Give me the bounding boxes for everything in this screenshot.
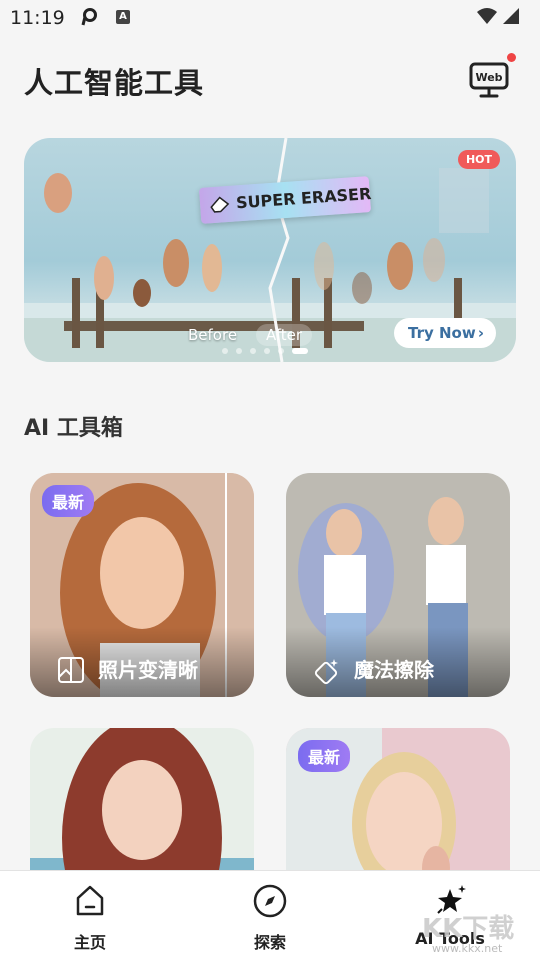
eraser-icon [210,196,230,213]
carousel-dot[interactable] [278,348,284,354]
new-badge: 最新 [42,485,95,517]
watermark: KK下载 www.kkx.net [422,908,534,958]
hot-badge: HOT [457,150,500,169]
tab-home-label: 主页 [73,933,106,952]
page-title: 人工智能工具 [24,66,205,100]
after-label: After [256,324,313,346]
magic-wand-icon [314,659,338,685]
tab-home[interactable]: 主页 [0,871,180,961]
tool-card-magic-erase[interactable]: 魔法擦除 [286,473,510,697]
enhance-photo-label: 照片变清晰 [98,658,198,682]
notification-a-icon: A [116,10,130,24]
promo-banner[interactable]: HOT SUPER ERASER Before After Try Now › [24,138,516,362]
enhance-photo-icon [58,657,84,683]
status-bar: 11:19 A [0,0,540,36]
try-now-button[interactable]: Try Now › [394,318,496,348]
web-button-label: Web [475,71,502,84]
carousel-dot[interactable] [250,348,256,354]
web-monitor-icon: Web [469,62,509,98]
chevron-right-icon: › [477,324,484,342]
cell-signal-icon [503,8,519,24]
tab-explore-label: 探索 [253,933,286,952]
wifi-icon [477,8,497,24]
section-title: AI 工具箱 [24,416,123,441]
carousel-indicator [222,348,308,354]
watermark-text: KK下载 [422,914,515,944]
status-time: 11:19 [10,7,65,29]
notification-p-icon [81,8,97,26]
carousel-dot[interactable] [236,348,242,354]
compass-icon [253,884,287,918]
before-label: Before [188,326,238,344]
watermark-url: www.kkx.net [432,942,503,955]
new-badge: 最新 [298,740,351,772]
carousel-dot[interactable] [264,348,270,354]
home-icon [76,885,104,916]
magic-erase-label: 魔法擦除 [354,658,434,682]
notification-dot [507,53,516,62]
web-button[interactable]: Web [466,58,514,102]
tab-explore[interactable]: 探索 [180,871,360,961]
carousel-dot[interactable] [222,348,228,354]
super-eraser-text: SUPER ERASER [235,183,372,213]
tool-card-enhance-photo[interactable]: 最新 照片变清晰 [30,473,254,697]
try-now-label: Try Now [408,324,476,342]
carousel-dot-active[interactable] [292,348,308,354]
